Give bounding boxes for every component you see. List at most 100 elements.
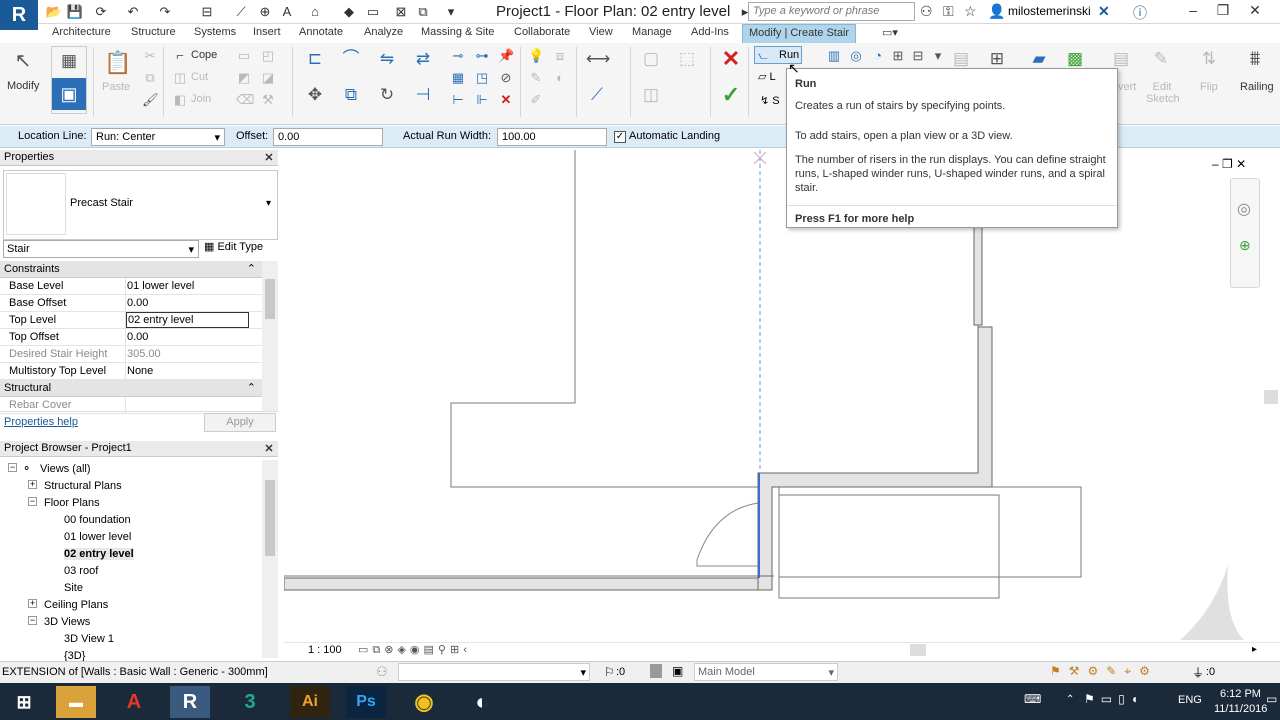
chrome-icon[interactable]: ◉ (404, 686, 444, 718)
notifications-icon[interactable]: ▭ (1266, 692, 1277, 706)
collapse-icon[interactable]: − (8, 463, 17, 472)
browser-tree-item[interactable]: 00 foundation (0, 513, 260, 530)
save-icon[interactable]: 💾 (66, 3, 84, 21)
open-icon[interactable]: 📂 (45, 3, 63, 21)
tab-view[interactable]: View (583, 24, 619, 43)
set-plane-icon[interactable]: ▰ (1028, 48, 1050, 70)
trim-extend-icon[interactable]: ⊣ (412, 84, 434, 106)
browser-scrollbar[interactable] (262, 460, 278, 658)
tray-icons[interactable]: ⚑▭▯◖ (1084, 692, 1144, 706)
browser-tree-item[interactable]: Site (0, 581, 260, 598)
group-constraints[interactable]: Constraints ⌃ (0, 261, 262, 278)
photoshop-icon[interactable]: Ps (346, 686, 386, 718)
worksets-icon[interactable]: ⚇ (376, 664, 388, 680)
measure-between-icon[interactable]: ⟷ (586, 48, 610, 70)
search-input[interactable]: Type a keyword or phrase (748, 2, 915, 21)
customize-qat-icon[interactable]: ▾ (442, 3, 460, 21)
tab-systems[interactable]: Systems (188, 24, 242, 43)
collapse-icon[interactable]: − (28, 497, 37, 506)
align-icon[interactable]: ⊏ (304, 48, 326, 70)
properties-help-link[interactable]: Properties help (4, 416, 78, 428)
subscription-icon[interactable]: ⚿ (943, 3, 954, 20)
tab-structure[interactable]: Structure (125, 24, 182, 43)
filter-icon[interactable]: ⏚ (1192, 664, 1204, 681)
application-menu-button[interactable]: R (0, 0, 38, 30)
cope-icon[interactable]: ⌐ (172, 48, 188, 64)
offset-input[interactable]: 0.00 (273, 128, 383, 146)
exchange-apps-icon[interactable]: ✕ (1098, 3, 1110, 20)
tab-analyze[interactable]: Analyze (358, 24, 409, 43)
drawing-area[interactable] (283, 150, 1280, 660)
browser-tree-item[interactable]: − ⚬ Views (all) (0, 462, 260, 479)
maximize-icon[interactable]: ❐ (1208, 0, 1238, 22)
delete-icon[interactable]: ✕ (498, 92, 514, 108)
group-structural[interactable]: Structural ⌃ (0, 380, 262, 397)
obs-icon[interactable]: ◐ (462, 686, 502, 718)
property-row[interactable]: Top Level 02 entry level (0, 312, 262, 329)
binoculars-icon[interactable]: ⚇ (920, 3, 933, 20)
autocad-icon[interactable]: A (114, 686, 154, 718)
text-icon[interactable]: A (278, 3, 296, 21)
modify-cursor-icon[interactable]: ↖ (12, 50, 34, 72)
landing-button[interactable]: ▱ L (758, 70, 776, 83)
measure-along-icon[interactable]: ⟋ (586, 84, 608, 106)
browser-tree-item[interactable]: 01 lower level (0, 530, 260, 547)
clock-time[interactable]: 6:12 PM (1220, 688, 1261, 700)
editable-icon[interactable]: ⚐ (604, 665, 615, 679)
select-links-icon[interactable]: ▦ (58, 50, 80, 72)
expand-icon[interactable]: + (28, 599, 37, 608)
scale-label[interactable]: 1 : 100 (308, 644, 342, 656)
modify-button[interactable]: Modify (7, 80, 39, 92)
collapse-icon[interactable]: − (28, 616, 37, 625)
close-icon[interactable]: ✕ (260, 442, 278, 455)
design-options-icon[interactable] (650, 664, 662, 678)
property-row[interactable]: Base Level 01 lower level (0, 278, 262, 295)
start-icon[interactable]: ⊞ (4, 686, 44, 718)
property-value[interactable]: 0.00 (127, 331, 148, 343)
copy-icon[interactable]: ⧉ (340, 84, 362, 106)
keyboard-icon[interactable]: ⌨ (1024, 692, 1041, 706)
file-explorer-icon[interactable]: ▬ (56, 686, 96, 718)
scroll-right-icon[interactable]: ▸ (1252, 644, 1257, 655)
property-row[interactable]: Base Offset 0.00 (0, 295, 262, 312)
language-indicator[interactable]: ENG (1178, 694, 1202, 706)
exclude-options-icon[interactable]: ▣ (672, 664, 683, 678)
array-icon[interactable]: ▦ (450, 70, 466, 86)
3d-view-icon[interactable]: ⌂ (306, 3, 324, 21)
u-winder-icon[interactable]: ⊟ (910, 48, 926, 64)
section-icon[interactable]: ◆ (340, 3, 358, 21)
instance-filter-select[interactable]: Stair ▾ (3, 240, 199, 258)
top-level-input[interactable]: 02 entry level (126, 312, 249, 328)
more-icon[interactable]: ▾ (930, 48, 946, 64)
properties-scrollbar[interactable] (262, 261, 278, 411)
support-button[interactable]: ↯ S (760, 94, 780, 107)
cancel-edit-mode-icon[interactable]: ✕ (720, 48, 742, 70)
straight-run-icon[interactable]: ▥ (826, 48, 842, 64)
steering-wheel-icon[interactable]: ◎ (1237, 199, 1251, 219)
tab-collaborate[interactable]: Collaborate (508, 24, 576, 43)
spiral-run-icon[interactable]: ◎ (848, 48, 864, 64)
move-icon[interactable]: ✥ (304, 84, 326, 106)
chevron-down-icon[interactable]: ▾ (266, 198, 271, 209)
tab-annotate[interactable]: Annotate (293, 24, 349, 43)
close-icon[interactable]: ✕ (260, 151, 278, 164)
scrollbar-thumb[interactable] (265, 480, 275, 556)
browser-tree-item[interactable]: − Floor Plans (0, 496, 260, 513)
browser-tree-item[interactable]: + Ceiling Plans (0, 598, 260, 615)
unpin-icon[interactable]: ⊘ (498, 70, 514, 86)
tag-icon[interactable]: ⊕ (256, 3, 274, 21)
close-hidden-icon[interactable]: ⊠ (392, 3, 410, 21)
property-value[interactable]: 01 lower level (127, 280, 194, 292)
tab-massing-site[interactable]: Massing & Site (415, 24, 500, 43)
offset-icon[interactable]: ⌒ (340, 48, 362, 70)
center-spiral-icon[interactable]: ◔ (870, 48, 886, 64)
minimize-icon[interactable]: – (1178, 0, 1208, 22)
favorites-icon[interactable]: ☆ (964, 3, 977, 20)
work-plane-icon[interactable]: ⊞ (986, 48, 1008, 70)
property-row[interactable]: Multistory Top Level None (0, 363, 262, 380)
tab-insert[interactable]: Insert (247, 24, 287, 43)
run-width-input[interactable]: 100.00 (497, 128, 607, 146)
redo-icon[interactable]: ↷ (156, 3, 174, 21)
scale-icon[interactable]: ◳ (474, 70, 490, 86)
floor-plan-drawing[interactable] (283, 150, 1280, 660)
